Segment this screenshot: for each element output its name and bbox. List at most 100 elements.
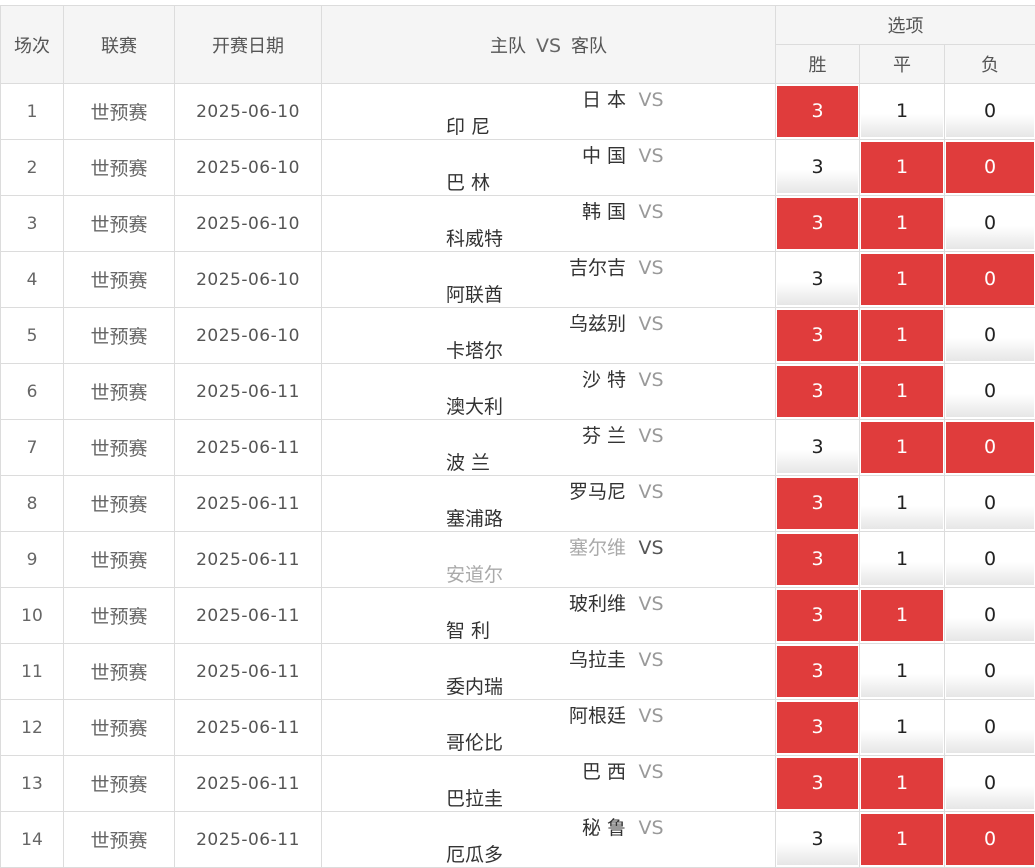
option-draw-button[interactable]: 1 bbox=[861, 814, 943, 865]
option-cell: 3 bbox=[776, 420, 860, 476]
league-name: 世预赛 bbox=[64, 84, 175, 140]
match-number: 2 bbox=[1, 140, 64, 196]
option-lose-button[interactable]: 0 bbox=[946, 534, 1034, 585]
option-win-button[interactable]: 3 bbox=[777, 646, 858, 697]
option-draw-button[interactable]: 1 bbox=[861, 254, 943, 305]
option-lose-button[interactable]: 0 bbox=[946, 198, 1034, 249]
match-number: 8 bbox=[1, 476, 64, 532]
option-draw-button[interactable]: 1 bbox=[861, 534, 943, 585]
option-lose-button[interactable]: 0 bbox=[946, 254, 1034, 305]
match-date: 2025-06-10 bbox=[175, 84, 322, 140]
option-win-button[interactable]: 3 bbox=[777, 814, 858, 865]
league-name: 世预赛 bbox=[64, 420, 175, 476]
option-cell: 3 bbox=[776, 700, 860, 756]
match-date: 2025-06-10 bbox=[175, 140, 322, 196]
away-team: 印 尼 bbox=[446, 112, 651, 139]
option-lose-button[interactable]: 0 bbox=[946, 590, 1034, 641]
option-cell: 0 bbox=[945, 252, 1035, 308]
match-teams: 阿根廷VS哥伦比 bbox=[322, 700, 776, 756]
option-win-button[interactable]: 3 bbox=[777, 198, 858, 249]
option-lose-button[interactable]: 0 bbox=[946, 702, 1034, 753]
match-teams: 中 国VS巴 林 bbox=[322, 140, 776, 196]
away-team: 巴拉圭 bbox=[446, 784, 651, 811]
option-draw-button[interactable]: 1 bbox=[861, 310, 943, 361]
table-header: 场次 联赛 开赛日期 主队VS客队 选项 胜 平 负 bbox=[1, 6, 1035, 84]
option-lose-button[interactable]: 0 bbox=[946, 142, 1034, 193]
option-draw-button[interactable]: 1 bbox=[861, 142, 943, 193]
table-row: 10世预赛2025-06-11玻利维VS智 利310 bbox=[1, 588, 1035, 644]
option-win-button[interactable]: 3 bbox=[777, 86, 858, 137]
option-lose-button[interactable]: 0 bbox=[946, 478, 1034, 529]
col-header-date: 开赛日期 bbox=[175, 6, 322, 84]
league-name: 世预赛 bbox=[64, 196, 175, 252]
option-draw-button[interactable]: 1 bbox=[861, 758, 943, 809]
option-draw-button[interactable]: 1 bbox=[861, 478, 943, 529]
league-name: 世预赛 bbox=[64, 252, 175, 308]
table-body: 1世预赛2025-06-10日 本VS印 尼3102世预赛2025-06-10中… bbox=[1, 84, 1035, 868]
option-cell: 0 bbox=[945, 420, 1035, 476]
home-team: 玻利维 bbox=[421, 589, 626, 616]
col-header-home: 主队 bbox=[490, 36, 526, 57]
option-draw-button[interactable]: 1 bbox=[861, 366, 943, 417]
option-win-button[interactable]: 3 bbox=[777, 254, 858, 305]
option-cell: 1 bbox=[860, 196, 945, 252]
home-team: 塞尔维 bbox=[421, 533, 626, 560]
option-win-button[interactable]: 3 bbox=[777, 310, 858, 361]
option-win-button[interactable]: 3 bbox=[777, 478, 858, 529]
option-cell: 0 bbox=[945, 644, 1035, 700]
vs-label: VS bbox=[626, 593, 676, 615]
col-header-options: 选项 bbox=[776, 6, 1035, 45]
option-cell: 1 bbox=[860, 644, 945, 700]
option-lose-button[interactable]: 0 bbox=[946, 422, 1034, 473]
away-team: 智 利 bbox=[446, 616, 651, 643]
option-draw-button[interactable]: 1 bbox=[861, 590, 943, 641]
option-draw-button[interactable]: 1 bbox=[861, 646, 943, 697]
home-team: 巴 西 bbox=[421, 757, 626, 784]
option-lose-button[interactable]: 0 bbox=[946, 86, 1034, 137]
vs-label: VS bbox=[626, 425, 676, 447]
col-header-no: 场次 bbox=[1, 6, 64, 84]
match-date: 2025-06-11 bbox=[175, 644, 322, 700]
option-cell: 0 bbox=[945, 196, 1035, 252]
option-draw-button[interactable]: 1 bbox=[861, 702, 943, 753]
option-draw-button[interactable]: 1 bbox=[861, 86, 943, 137]
option-win-button[interactable]: 3 bbox=[777, 142, 858, 193]
vs-label: VS bbox=[626, 313, 676, 335]
vs-label: VS bbox=[626, 705, 676, 727]
away-team: 澳大利 bbox=[446, 392, 651, 419]
match-number: 9 bbox=[1, 532, 64, 588]
match-number: 5 bbox=[1, 308, 64, 364]
option-win-button[interactable]: 3 bbox=[777, 758, 858, 809]
table-row: 9世预赛2025-06-11塞尔维VS安道尔310 bbox=[1, 532, 1035, 588]
option-lose-button[interactable]: 0 bbox=[946, 758, 1034, 809]
match-date: 2025-06-11 bbox=[175, 812, 322, 868]
option-draw-button[interactable]: 1 bbox=[861, 422, 943, 473]
away-team: 卡塔尔 bbox=[446, 336, 651, 363]
option-lose-button[interactable]: 0 bbox=[946, 310, 1034, 361]
option-cell: 0 bbox=[945, 588, 1035, 644]
option-cell: 0 bbox=[945, 364, 1035, 420]
vs-label: VS bbox=[626, 145, 676, 167]
option-win-button[interactable]: 3 bbox=[777, 366, 858, 417]
option-win-button[interactable]: 3 bbox=[777, 590, 858, 641]
match-number: 14 bbox=[1, 812, 64, 868]
away-team: 厄瓜多 bbox=[446, 840, 651, 867]
option-cell: 3 bbox=[776, 532, 860, 588]
home-team: 中 国 bbox=[421, 141, 626, 168]
option-draw-button[interactable]: 1 bbox=[861, 198, 943, 249]
option-win-button[interactable]: 3 bbox=[777, 422, 858, 473]
league-name: 世预赛 bbox=[64, 588, 175, 644]
option-cell: 1 bbox=[860, 812, 945, 868]
option-lose-button[interactable]: 0 bbox=[946, 646, 1034, 697]
away-team: 阿联酋 bbox=[446, 280, 651, 307]
option-win-button[interactable]: 3 bbox=[777, 534, 858, 585]
match-teams: 乌兹别VS卡塔尔 bbox=[322, 308, 776, 364]
option-lose-button[interactable]: 0 bbox=[946, 814, 1034, 865]
option-lose-button[interactable]: 0 bbox=[946, 366, 1034, 417]
option-cell: 3 bbox=[776, 588, 860, 644]
option-win-button[interactable]: 3 bbox=[777, 702, 858, 753]
league-name: 世预赛 bbox=[64, 476, 175, 532]
table-row: 3世预赛2025-06-10韩 国VS科威特310 bbox=[1, 196, 1035, 252]
match-number: 12 bbox=[1, 700, 64, 756]
home-team: 乌兹别 bbox=[421, 309, 626, 336]
